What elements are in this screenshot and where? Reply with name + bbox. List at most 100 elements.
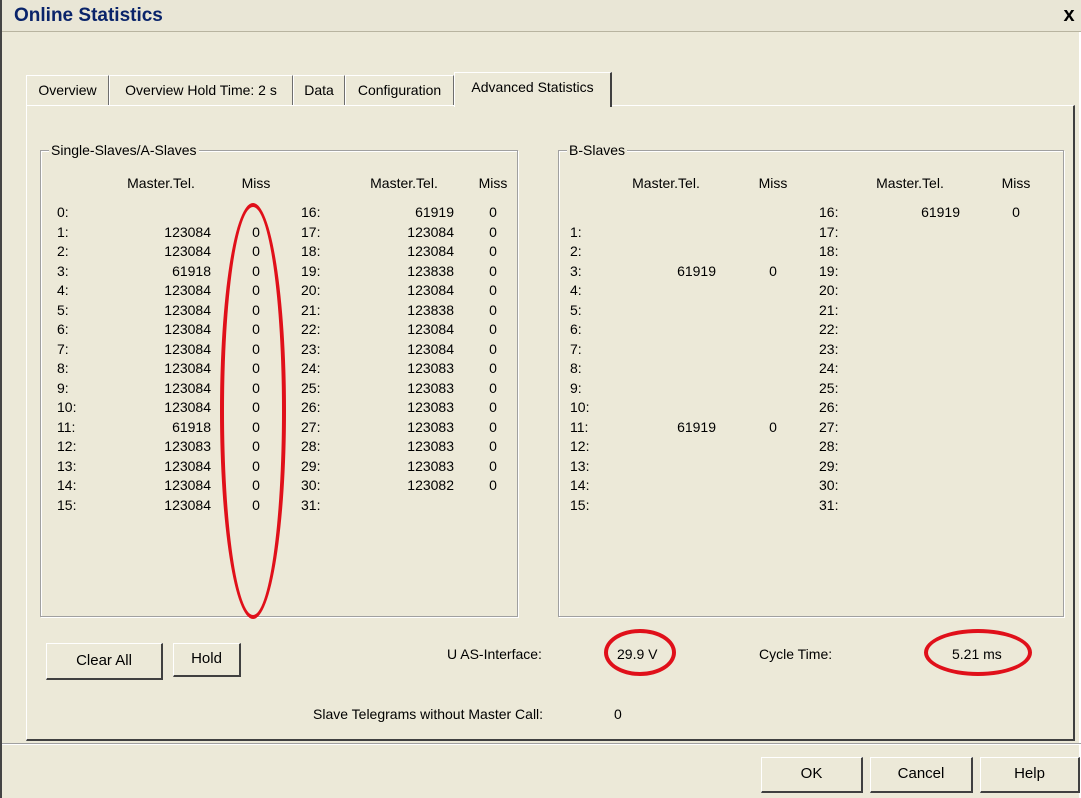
master-telegram-count: 123084 [407, 282, 454, 298]
slave-address: 20: [819, 282, 839, 298]
master-telegram-count: 61919 [677, 262, 716, 279]
tab-overview-hold-time[interactable]: Overview Hold Time: 2 s [109, 75, 293, 106]
slave-address: 4: [570, 282, 582, 298]
title-bar[interactable]: Online Statistics x [2, 0, 1081, 32]
master-telegram-count: 123084 [164, 301, 211, 318]
slave-address: 31: [819, 496, 839, 513]
slave-address: 25: [301, 379, 321, 396]
miss-count: 0 [1012, 204, 1020, 220]
miss-count: 0 [489, 223, 497, 240]
u-as-interface-value: 29.9 V [617, 646, 658, 662]
master-telegram-count: 123084 [164, 399, 211, 415]
clear-all-button[interactable]: Clear All [46, 643, 163, 680]
online-statistics-dialog: Online Statistics x Overview Overview Ho… [0, 0, 1081, 798]
master-telegram-count: 123084 [164, 223, 211, 240]
hold-button[interactable]: Hold [173, 643, 241, 677]
miss-header: Miss [241, 175, 271, 191]
help-button[interactable]: Help [980, 757, 1080, 793]
slave-address: 14: [57, 477, 77, 493]
ok-button[interactable]: OK [761, 757, 863, 793]
slave-address: 3: [57, 262, 69, 279]
master-telegram-count: 61918 [172, 418, 211, 435]
slave-address: 19: [301, 262, 321, 279]
slave-address: 9: [570, 379, 582, 396]
slave-address: 16: [819, 204, 839, 220]
master-telegram-count: 123083 [407, 360, 454, 376]
miss-count: 0 [489, 360, 497, 376]
footer-divider [2, 743, 1081, 745]
slave-telegrams-value: 0 [614, 706, 622, 722]
slave-address: 8: [570, 360, 582, 376]
master-telegram-count: 123084 [407, 340, 454, 357]
master-telegram-count: 61919 [415, 204, 454, 220]
miss-count: 0 [489, 340, 497, 357]
slave-address: 18: [301, 243, 321, 259]
master-telegram-count: 61919 [677, 418, 716, 435]
miss-count: 0 [252, 223, 260, 240]
tab-overview[interactable]: Overview [26, 75, 109, 106]
slave-address: 17: [301, 223, 321, 240]
slave-address: 2: [57, 243, 69, 259]
slave-address: 30: [819, 477, 839, 493]
b-slaves-group-title: B-Slaves [567, 141, 628, 159]
miss-count: 0 [252, 243, 260, 259]
slave-address: 18: [819, 243, 839, 259]
slave-address: 23: [301, 340, 321, 357]
miss-count: 0 [489, 438, 497, 454]
miss-count: 0 [252, 360, 260, 376]
slave-address: 20: [301, 282, 321, 298]
tab-advanced-statistics[interactable]: Advanced Statistics [454, 72, 612, 107]
slave-address: 22: [819, 321, 839, 337]
master-telegram-count: 123084 [164, 457, 211, 474]
slave-address: 10: [570, 399, 590, 415]
slave-address: 30: [301, 477, 321, 493]
miss-count: 0 [489, 399, 497, 415]
miss-count: 0 [252, 282, 260, 298]
miss-count: 0 [489, 262, 497, 279]
cycle-time-label: Cycle Time: [759, 646, 833, 662]
miss-count: 0 [489, 477, 497, 493]
slave-address: 7: [57, 340, 69, 357]
slave-address: 17: [819, 223, 839, 240]
cycle-time-value: 5.21 ms [952, 646, 1002, 662]
dialog-title: Online Statistics [14, 5, 163, 26]
tab-configuration[interactable]: Configuration [345, 75, 454, 106]
slave-address: 8: [57, 360, 69, 376]
master-telegram-count: 123084 [407, 243, 454, 259]
miss-count: 0 [252, 457, 260, 474]
cancel-button[interactable]: Cancel [870, 757, 973, 793]
tab-data[interactable]: Data [293, 75, 345, 106]
miss-header: Miss [478, 175, 508, 191]
slave-address: 14: [570, 477, 590, 493]
slave-address: 13: [570, 457, 590, 474]
slave-address: 11: [57, 418, 76, 435]
master-tel-header: Master.Tel. [632, 175, 700, 191]
slave-address: 9: [57, 379, 69, 396]
master-telegram-count: 123082 [407, 477, 454, 493]
slave-address: 5: [570, 301, 582, 318]
slave-address: 13: [57, 457, 77, 474]
master-telegram-count: 123084 [164, 477, 211, 493]
slave-address: 1: [570, 223, 582, 240]
master-tel-header: Master.Tel. [127, 175, 195, 191]
b-slaves-group: B-Slaves [558, 141, 1064, 617]
slave-address: 26: [301, 399, 321, 415]
slave-address: 15: [57, 496, 77, 513]
slave-address: 6: [570, 321, 582, 337]
slave-address: 10: [57, 399, 77, 415]
master-telegram-count: 123083 [407, 379, 454, 396]
miss-count: 0 [252, 496, 260, 513]
miss-count: 0 [489, 379, 497, 396]
close-icon[interactable]: x [1059, 4, 1079, 26]
master-telegram-count: 123084 [164, 243, 211, 259]
miss-count: 0 [252, 418, 260, 435]
miss-count: 0 [489, 282, 497, 298]
master-telegram-count: 123083 [407, 418, 454, 435]
slave-address: 2: [570, 243, 582, 259]
master-telegram-count: 123084 [407, 223, 454, 240]
miss-count: 0 [489, 321, 497, 337]
miss-count: 0 [252, 477, 260, 493]
miss-count: 0 [252, 438, 260, 454]
slave-address: 7: [570, 340, 582, 357]
miss-count: 0 [252, 340, 260, 357]
